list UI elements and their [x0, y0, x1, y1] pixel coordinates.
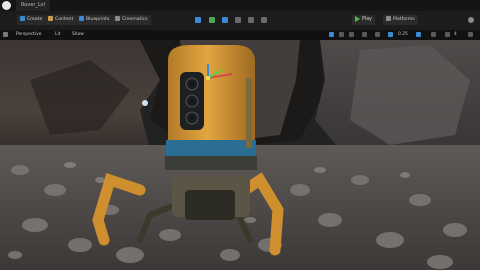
perspective-button[interactable]: Perspective — [14, 31, 43, 39]
play-label: Play — [362, 17, 373, 22]
play-icon — [355, 15, 360, 22]
light-actor-icon[interactable] — [142, 100, 148, 106]
platforms-icon — [386, 16, 391, 21]
camera-speed-value[interactable]: 4 — [452, 31, 459, 39]
rover-sensor-top — [185, 77, 199, 91]
content-label: Content — [55, 17, 74, 22]
landscape-tool-icon[interactable] — [209, 17, 215, 23]
content-icon — [48, 16, 53, 21]
grid-snap-icon[interactable] — [388, 32, 393, 37]
blueprints-button[interactable]: Blueprints — [76, 15, 113, 25]
gizmo-center — [206, 76, 210, 80]
rotate-icon[interactable] — [339, 32, 344, 37]
rover-base-band — [165, 156, 257, 170]
scale-icon[interactable] — [349, 32, 354, 37]
blueprints-label: Blueprints — [86, 17, 110, 22]
grid-snap-value[interactable]: 0.25 — [396, 31, 410, 39]
create-button[interactable]: Create — [17, 15, 46, 25]
rover-side-rail — [246, 78, 252, 148]
cinematics-icon — [115, 16, 120, 21]
translate-icon[interactable] — [329, 32, 334, 37]
level-tab[interactable]: Rover_Lvl — [16, 0, 51, 11]
create-icon — [20, 16, 25, 21]
modeling-tool-icon[interactable] — [248, 17, 254, 23]
platforms-button[interactable]: Platforms — [383, 15, 418, 25]
create-label: Create — [27, 17, 43, 22]
rover-core — [185, 190, 235, 220]
camera-speed-icon[interactable] — [445, 32, 450, 37]
viewport-scene[interactable] — [0, 40, 480, 270]
scale-snap-icon[interactable] — [431, 32, 436, 37]
content-button[interactable]: Content — [45, 15, 77, 25]
main-toolbar: Create Content Blueprints Cinematics Pla… — [0, 11, 480, 31]
rover-sensor-bottom — [185, 111, 199, 125]
select-tool-icon[interactable] — [195, 17, 201, 23]
foliage-tool-icon[interactable] — [222, 17, 228, 23]
show-button[interactable]: Show — [70, 31, 86, 39]
cinematics-button[interactable]: Cinematics — [112, 15, 151, 25]
surface-snap-icon[interactable] — [375, 32, 380, 37]
viewport-toolbar: Perspective Lit Show 0.25 4 — [0, 30, 480, 40]
settings-icon[interactable] — [468, 17, 474, 23]
blueprint-icon — [79, 16, 84, 21]
mesh-paint-tool-icon[interactable] — [235, 17, 241, 23]
title-bar: Rover_Lvl — [0, 0, 480, 11]
cinematics-label: Cinematics — [122, 17, 148, 22]
viewport-menu-icon[interactable] — [3, 32, 8, 37]
engine-logo[interactable] — [2, 1, 11, 10]
rover-sensor-mid — [185, 94, 199, 108]
fracture-tool-icon[interactable] — [261, 17, 267, 23]
world-local-icon[interactable] — [362, 32, 367, 37]
level-render — [0, 40, 480, 270]
platforms-label: Platforms — [393, 17, 415, 22]
rover-stripe — [166, 140, 256, 156]
rotation-snap-icon[interactable] — [416, 32, 421, 37]
play-button[interactable]: Play — [352, 15, 376, 25]
maximize-viewport-icon[interactable] — [468, 32, 473, 37]
lit-button[interactable]: Lit — [53, 31, 62, 39]
